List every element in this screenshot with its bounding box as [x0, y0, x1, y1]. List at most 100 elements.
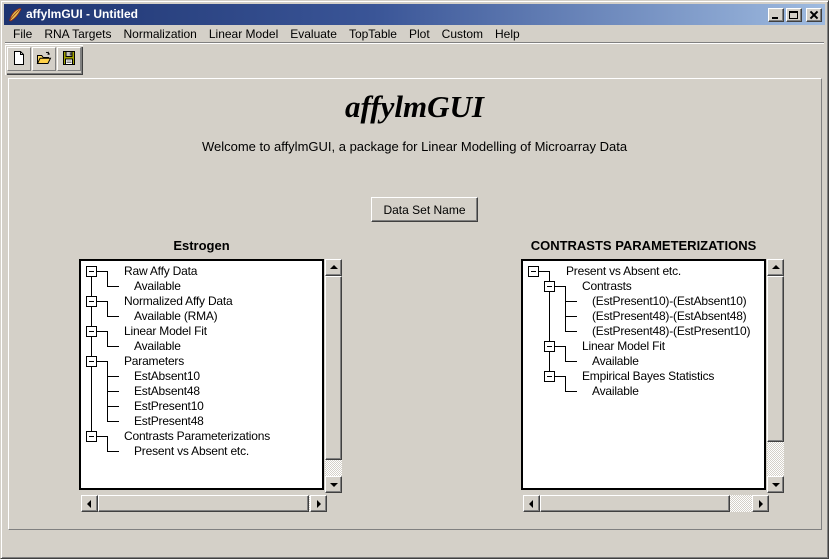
tree-node-label[interactable]: (EstPresent48)-(EstPresent10): [592, 324, 750, 339]
tree-node-label[interactable]: Raw Affy Data: [124, 264, 197, 279]
tree-node-label[interactable]: Normalized Affy Data: [124, 294, 233, 309]
app-window: affylmGUI - Untitled FileRNA TargetsNorm…: [0, 0, 829, 559]
tree-node-label[interactable]: (EstPresent10)-(EstAbsent10): [592, 294, 746, 309]
dataset-name-button[interactable]: Data Set Name: [371, 197, 478, 222]
arrow-left-icon: [529, 500, 533, 508]
scroll-up-button[interactable]: [325, 259, 342, 276]
tree-node-label[interactable]: (EstPresent48)-(EstAbsent48): [592, 309, 746, 324]
tk-feather-icon[interactable]: [7, 7, 23, 23]
titlebar[interactable]: affylmGUI - Untitled: [4, 4, 825, 25]
scrollbar-thumb[interactable]: [325, 276, 342, 460]
tree-connector-line: [107, 421, 119, 422]
maximize-button[interactable]: [786, 8, 802, 22]
app-title: affylmGUI: [1, 89, 828, 125]
arrow-down-icon: [330, 483, 338, 487]
tree-node-label[interactable]: Available (RMA): [134, 309, 217, 324]
tree-node-label[interactable]: Contrasts: [582, 279, 632, 294]
tree-node-label[interactable]: Present vs Absent etc.: [134, 444, 249, 459]
menu-item-custom[interactable]: Custom: [436, 26, 489, 42]
tree-node-label[interactable]: EstPresent48: [134, 414, 204, 429]
scrollbar-thumb[interactable]: [98, 495, 309, 512]
scroll-right-button[interactable]: [752, 495, 769, 512]
menu-item-toptable[interactable]: TopTable: [343, 26, 403, 42]
tree-collapse-toggle[interactable]: [86, 356, 97, 367]
tree-connector-line: [565, 286, 566, 332]
tree-connector-line: [107, 361, 108, 422]
tree-connector-line: [107, 286, 119, 287]
tree-collapse-toggle[interactable]: [544, 281, 555, 292]
tree-connector-line: [565, 391, 577, 392]
tree-node-label[interactable]: EstAbsent48: [134, 384, 200, 399]
tree-node-label[interactable]: Empirical Bayes Statistics: [582, 369, 714, 384]
save-floppy-icon: [61, 50, 77, 69]
menu-item-file[interactable]: File: [7, 26, 38, 42]
tree-connector-line: [565, 361, 577, 362]
tree-connector-line: [107, 376, 119, 377]
right-tree-canvas[interactable]: (EstPresent10)-(EstAbsent10)(EstPresent4…: [523, 261, 764, 488]
close-button[interactable]: [806, 8, 822, 22]
save-file-button[interactable]: [57, 47, 81, 71]
welcome-text: Welcome to affylmGUI, a package for Line…: [1, 139, 828, 154]
open-folder-icon: [36, 50, 52, 69]
scrollbar-thumb[interactable]: [767, 276, 784, 442]
scrollbar-thumb[interactable]: [540, 495, 730, 512]
tree-collapse-toggle[interactable]: [86, 296, 97, 307]
menubar: FileRNA TargetsNormalizationLinear Model…: [5, 26, 824, 43]
scroll-up-button[interactable]: [767, 259, 784, 276]
tree-connector-line: [565, 331, 577, 332]
right-tree-vertical-scrollbar[interactable]: [767, 259, 784, 493]
tree-node-label[interactable]: Parameters: [124, 354, 184, 369]
tree-collapse-toggle[interactable]: [86, 431, 97, 442]
arrow-up-icon: [772, 265, 780, 269]
left-tree[interactable]: AvailableRaw Affy DataAvailable (RMA)Nor…: [79, 259, 324, 490]
left-tree-title: Estrogen: [79, 238, 324, 253]
left-tree-vertical-scrollbar[interactable]: [325, 259, 342, 493]
open-file-button[interactable]: [32, 47, 56, 71]
scroll-down-button[interactable]: [325, 476, 342, 493]
tree-node-label[interactable]: Present vs Absent etc.: [566, 264, 681, 279]
new-file-button[interactable]: [7, 47, 31, 71]
arrow-right-icon: [759, 500, 763, 508]
tree-node-label[interactable]: Available: [592, 354, 639, 369]
menu-item-evaluate[interactable]: Evaluate: [284, 26, 343, 42]
new-file-icon: [11, 50, 27, 69]
tree-connector-line: [107, 391, 119, 392]
tree-connector-line: [107, 316, 119, 317]
menu-item-help[interactable]: Help: [489, 26, 526, 42]
minimize-icon: [772, 17, 778, 19]
menu-item-plot[interactable]: Plot: [403, 26, 436, 42]
left-tree-canvas[interactable]: AvailableRaw Affy DataAvailable (RMA)Nor…: [81, 261, 322, 488]
tree-collapse-toggle[interactable]: [528, 266, 539, 277]
menu-item-rna-targets[interactable]: RNA Targets: [38, 26, 117, 42]
tree-connector-line: [107, 346, 119, 347]
tree-node-label[interactable]: Available: [592, 384, 639, 399]
tree-node-label[interactable]: Available: [134, 279, 181, 294]
tree-node-label[interactable]: Linear Model Fit: [582, 339, 665, 354]
scroll-left-button[interactable]: [523, 495, 540, 512]
tree-node-label[interactable]: Contrasts Parameterizations: [124, 429, 270, 444]
scroll-left-button[interactable]: [81, 495, 98, 512]
tree-connector-line: [107, 451, 119, 452]
arrow-right-icon: [317, 500, 321, 508]
left-tree-horizontal-scrollbar[interactable]: [81, 495, 327, 512]
arrow-down-icon: [772, 483, 780, 487]
right-tree-horizontal-scrollbar[interactable]: [523, 495, 769, 512]
menu-item-linear-model[interactable]: Linear Model: [203, 26, 284, 42]
tree-connector-line: [107, 331, 108, 347]
right-tree[interactable]: (EstPresent10)-(EstAbsent10)(EstPresent4…: [521, 259, 766, 490]
tree-collapse-toggle[interactable]: [544, 371, 555, 382]
tree-connector-line: [107, 406, 119, 407]
scroll-down-button[interactable]: [767, 476, 784, 493]
tree-collapse-toggle[interactable]: [544, 341, 555, 352]
tree-collapse-toggle[interactable]: [86, 326, 97, 337]
tree-node-label[interactable]: Linear Model Fit: [124, 324, 207, 339]
scroll-right-button[interactable]: [310, 495, 327, 512]
minimize-button[interactable]: [768, 8, 784, 22]
menu-item-normalization[interactable]: Normalization: [118, 26, 203, 42]
tree-node-label[interactable]: Available: [134, 339, 181, 354]
tree-node-label[interactable]: EstAbsent10: [134, 369, 200, 384]
tree-connector-line: [565, 376, 566, 392]
tree-collapse-toggle[interactable]: [86, 266, 97, 277]
tree-node-label[interactable]: EstPresent10: [134, 399, 204, 414]
window-title: affylmGUI - Untitled: [26, 4, 768, 25]
